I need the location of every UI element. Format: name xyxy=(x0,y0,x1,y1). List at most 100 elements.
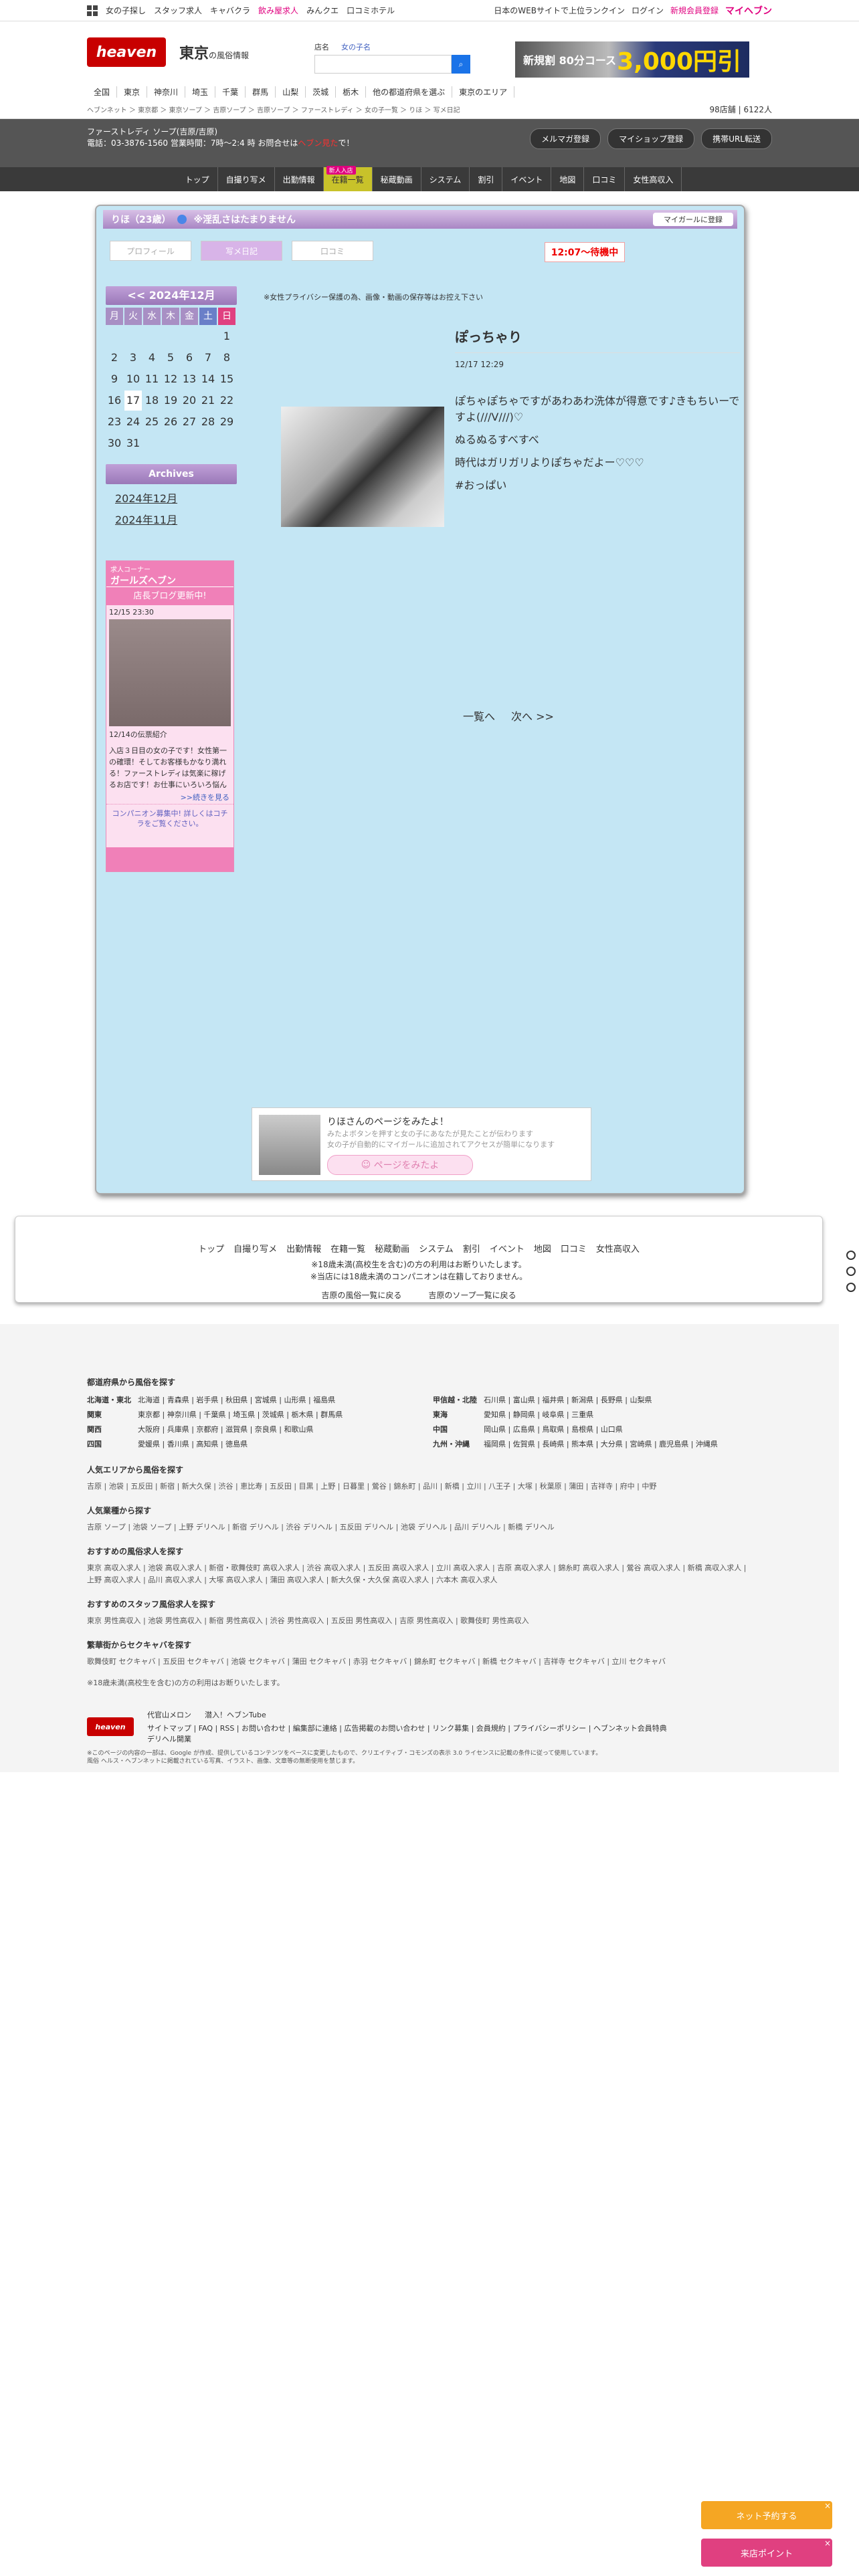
calendar-day[interactable]: 23 xyxy=(106,412,123,432)
area-links[interactable]: 吉原 | 池袋 | 五反田 | 新宿 | 新大久保 | 渋谷 | 恵比寿 | 五… xyxy=(87,1481,752,1493)
nav-item[interactable]: 茨城 xyxy=(306,86,337,98)
pref-links[interactable]: 大阪府 | 兵庫県 | 京都府 | 滋賀県 | 奈良県 | 和歌山県 xyxy=(138,1422,314,1437)
footer-link[interactable]: 割引 xyxy=(463,1242,480,1255)
nav-item[interactable]: 山梨 xyxy=(276,86,306,98)
footer-logo[interactable]: heaven xyxy=(87,1717,134,1736)
diary-photo[interactable] xyxy=(281,407,444,527)
topbar-link[interactable]: 飲み屋求人 xyxy=(258,5,298,16)
topbar-link[interactable]: キャバクラ xyxy=(210,5,250,16)
menu-item[interactable]: 自撮り写メ xyxy=(218,167,275,191)
nav-item[interactable]: 東京 xyxy=(117,86,148,98)
calendar-day[interactable]: 14 xyxy=(199,369,217,389)
close-icon[interactable]: × xyxy=(824,2539,831,2548)
calendar-day[interactable]: 15 xyxy=(218,369,235,389)
calendar-day[interactable]: 13 xyxy=(181,369,198,389)
history-icon[interactable] xyxy=(846,1267,856,1276)
calendar-day[interactable]: 16 xyxy=(106,391,123,411)
back-link[interactable]: 吉原の風俗一覧に戻る xyxy=(321,1289,401,1301)
job-links[interactable]: 東京 高収入求人 | 池袋 高収入求人 | 新宿・歌舞伎町 高収入求人 | 渋谷… xyxy=(87,1562,752,1586)
myheaven-link[interactable]: マイヘブン xyxy=(725,4,772,17)
calendar-day[interactable]: 12 xyxy=(162,369,179,389)
calendar-day[interactable]: 21 xyxy=(199,391,217,411)
footer-link[interactable]: 自撮り写メ xyxy=(233,1242,277,1255)
calendar-header[interactable]: << 2024年12月 xyxy=(106,286,237,305)
nav-item[interactable]: 他の都道府県を選ぶ xyxy=(366,86,453,98)
calendar-day[interactable]: 3 xyxy=(124,348,142,368)
calendar-day[interactable]: 19 xyxy=(162,391,179,411)
mitayo-button[interactable]: ☺ ページをみたよ xyxy=(327,1155,473,1175)
melon-link[interactable]: 代官山メロン xyxy=(147,1709,191,1720)
topbar-link[interactable]: 口コミホテル xyxy=(347,5,395,16)
footer-link[interactable]: 出勤情報 xyxy=(286,1242,321,1255)
search-label-shop[interactable]: 店名 xyxy=(314,41,329,52)
companion-link[interactable]: コンパニオン募集中! 詳しくはコチラをご覧ください。 xyxy=(106,804,233,833)
calendar-day[interactable]: 25 xyxy=(143,412,161,432)
calendar-day[interactable]: 5 xyxy=(162,348,179,368)
calendar-day[interactable]: 2 xyxy=(106,348,123,368)
footer-link[interactable]: デリヘル開業 xyxy=(147,1733,667,1744)
tube-link[interactable]: 潜入！ヘブンTube xyxy=(205,1709,266,1720)
calendar-day[interactable]: 4 xyxy=(143,348,161,368)
tab-profile[interactable]: プロフィール xyxy=(110,241,191,261)
calendar-day[interactable]: 26 xyxy=(162,412,179,432)
menu-item[interactable]: 女性高収入 xyxy=(625,167,682,191)
pref-links[interactable]: 岡山県 | 広島県 | 鳥取県 | 島根県 | 山口県 xyxy=(484,1422,623,1437)
menu-item[interactable]: 秘蔵動画 xyxy=(373,167,421,191)
close-icon[interactable]: × xyxy=(824,2501,831,2510)
nav-item[interactable]: 神奈川 xyxy=(147,86,186,98)
calendar-day[interactable]: 24 xyxy=(124,412,142,432)
nav-item[interactable]: 栃木 xyxy=(336,86,367,98)
mobile-url-button[interactable]: 携帯URL転送 xyxy=(701,128,772,149)
mailmag-button[interactable]: メルマガ登録 xyxy=(530,128,601,149)
topbar-link[interactable]: みんクエ xyxy=(306,5,339,16)
nav-item[interactable]: 東京のエリア xyxy=(452,86,515,98)
calendar-day[interactable]: 30 xyxy=(106,433,123,453)
back-link[interactable]: 吉原のソープ一覧に戻る xyxy=(428,1289,516,1301)
pref-links[interactable]: 愛知県 | 静岡県 | 岐阜県 | 三重県 xyxy=(484,1408,593,1422)
bell-icon[interactable] xyxy=(846,1251,856,1260)
menu-item[interactable]: システム xyxy=(421,167,470,191)
menu-item[interactable]: 地図 xyxy=(551,167,585,191)
calendar-day[interactable]: 9 xyxy=(106,369,123,389)
nav-item[interactable]: 埼玉 xyxy=(185,86,216,98)
pref-links[interactable]: 愛媛県 | 香川県 | 高知県 | 徳島県 xyxy=(138,1437,248,1452)
search-input[interactable] xyxy=(314,55,452,74)
calendar-day[interactable]: 29 xyxy=(218,412,235,432)
calendar-day[interactable]: 10 xyxy=(124,369,142,389)
calendar-day[interactable]: 17 xyxy=(124,391,142,411)
calendar-day[interactable]: 18 xyxy=(143,391,161,411)
blog-image[interactable] xyxy=(109,619,231,726)
heaven-logo[interactable]: heaven xyxy=(87,37,166,67)
list-link[interactable]: 一覧へ xyxy=(463,708,495,724)
tab-review[interactable]: 口コミ xyxy=(292,241,373,261)
girls-heaven-logo[interactable] xyxy=(106,847,233,871)
calendar-day[interactable]: 7 xyxy=(199,348,217,368)
footer-link[interactable]: 秘蔵動画 xyxy=(375,1242,409,1255)
calendar-day[interactable]: 8 xyxy=(218,348,235,368)
archive-link[interactable]: 2024年12月 xyxy=(115,490,237,506)
search-icon[interactable]: ⌕ xyxy=(452,55,470,74)
menu-item[interactable]: 出勤情報 xyxy=(275,167,324,191)
footer-link[interactable]: 女性高収入 xyxy=(596,1242,640,1255)
staff-links[interactable]: 東京 男性高収入 | 池袋 男性高収入 | 新宿 男性高収入 | 渋谷 男性高収… xyxy=(87,1615,752,1627)
nav-item[interactable]: 群馬 xyxy=(246,86,276,98)
menu-item[interactable]: トップ xyxy=(177,167,218,191)
top-icon[interactable] xyxy=(846,1283,856,1292)
footer-link[interactable]: 口コミ xyxy=(561,1242,587,1255)
nav-item[interactable]: 千葉 xyxy=(215,86,246,98)
footer-link[interactable]: 地図 xyxy=(534,1242,551,1255)
breadcrumb-path[interactable]: ヘブンネット ＞ 東京都 ＞ 東京ソープ ＞ 吉原ソープ ＞ 吉原ソープ ＞ フ… xyxy=(87,104,460,114)
calendar-day[interactable]: 31 xyxy=(124,433,142,453)
calendar-day[interactable]: 22 xyxy=(218,391,235,411)
search-label-girl[interactable]: 女の子名 xyxy=(341,41,371,52)
calendar-day[interactable]: 11 xyxy=(143,369,161,389)
calendar-day[interactable]: 28 xyxy=(199,412,217,432)
calendar-day[interactable]: 6 xyxy=(181,348,198,368)
topbar-link[interactable]: 女の子探し xyxy=(106,5,146,16)
tab-diary[interactable]: 写メ日記 xyxy=(201,241,282,261)
footer-links[interactable]: サイトマップ | FAQ | RSS | お問い合わせ | 編集部に連絡 | 広… xyxy=(147,1723,667,1733)
menu-item[interactable]: 口コミ xyxy=(584,167,626,191)
pref-links[interactable]: 東京都 | 神奈川県 | 千葉県 | 埼玉県 | 茨城県 | 栃木県 | 群馬県 xyxy=(138,1408,343,1422)
next-link[interactable]: 次へ >> xyxy=(511,708,554,724)
caba-links[interactable]: 歌舞伎町 セクキャバ | 五反田 セクキャバ | 池袋 セクキャバ | 蒲田 セ… xyxy=(87,1656,752,1668)
